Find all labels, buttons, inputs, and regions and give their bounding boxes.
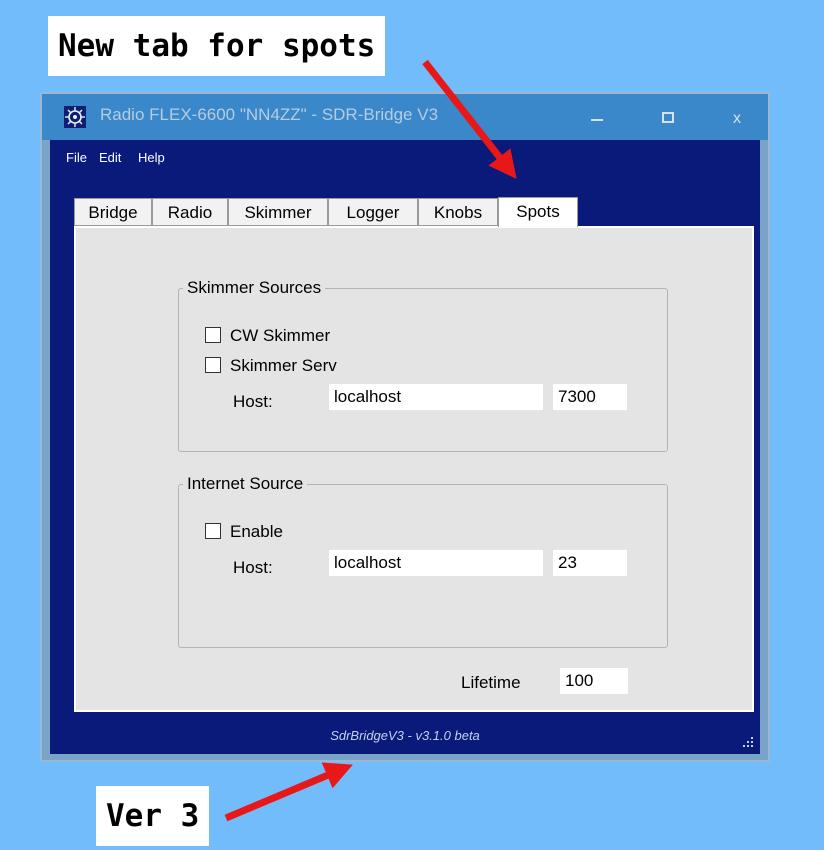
tab-spots[interactable]: Spots — [498, 197, 578, 227]
maximize-icon — [662, 112, 674, 124]
internet-host-label: Host: — [233, 558, 273, 577]
window-title: Radio FLEX-6600 "NN4ZZ" - SDR-Bridge V3 — [100, 105, 439, 124]
internet-host-input[interactable]: localhost — [329, 550, 543, 576]
resize-grip-icon[interactable] — [742, 736, 754, 748]
cw-skimmer-checkbox[interactable]: CW Skimmer — [205, 324, 330, 348]
checkbox-icon — [205, 522, 221, 539]
skimmer-sources-group: Skimmer Sources CW Skimmer Skimmer Serv … — [178, 278, 668, 452]
checkbox-icon — [205, 326, 221, 343]
annotation-version-callout: Ver 3 — [96, 786, 210, 846]
close-icon: x — [733, 110, 741, 127]
tab-bridge[interactable]: Bridge — [74, 198, 152, 226]
skimmer-serv-checkbox[interactable]: Skimmer Serv — [205, 354, 337, 378]
enable-label: Enable — [230, 522, 283, 541]
skimmer-host-input[interactable]: localhost — [329, 384, 543, 410]
arrow-to-version — [224, 762, 353, 822]
checkbox-icon — [205, 356, 221, 373]
menu-file[interactable]: File — [66, 150, 87, 165]
minimize-icon — [591, 119, 603, 122]
lifetime-input[interactable]: 100 — [560, 668, 628, 694]
menu-help[interactable]: Help — [138, 150, 165, 165]
spots-panel: Skimmer Sources CW Skimmer Skimmer Serv … — [74, 226, 754, 712]
minimize-button[interactable] — [574, 94, 620, 140]
internet-source-legend: Internet Source — [187, 474, 304, 493]
skimmer-port-input[interactable]: 7300 — [553, 384, 627, 410]
skimmer-sources-legend: Skimmer Sources — [187, 278, 322, 297]
internet-port-input[interactable]: 23 — [553, 550, 627, 576]
internet-source-group: Internet Source Enable Host: localhost 2… — [178, 474, 668, 648]
lifetime-label: Lifetime — [461, 673, 521, 692]
tab-skimmer[interactable]: Skimmer — [228, 198, 328, 226]
close-button[interactable]: x — [714, 94, 760, 140]
menu-edit[interactable]: Edit — [99, 150, 121, 165]
enable-checkbox[interactable]: Enable — [205, 520, 283, 544]
title-bar[interactable]: Radio FLEX-6600 "NN4ZZ" - SDR-Bridge V3 … — [42, 94, 768, 140]
tab-knobs[interactable]: Knobs — [418, 198, 498, 226]
skimmer-serv-label: Skimmer Serv — [230, 356, 337, 375]
radio-icon — [64, 106, 86, 128]
tab-logger[interactable]: Logger — [328, 198, 418, 226]
skimmer-host-label: Host: — [233, 392, 273, 411]
maximize-button[interactable] — [645, 94, 691, 140]
status-bar-text: SdrBridgeV3 - v3.1.0 beta — [330, 728, 480, 743]
annotation-new-tab-callout: New tab for spots — [48, 16, 386, 76]
cw-skimmer-label: CW Skimmer — [230, 326, 331, 345]
client-area: File Edit Help Bridge Radio Skimmer Logg… — [50, 140, 760, 754]
tab-radio[interactable]: Radio — [152, 198, 228, 226]
app-window: Radio FLEX-6600 "NN4ZZ" - SDR-Bridge V3 … — [40, 92, 770, 762]
